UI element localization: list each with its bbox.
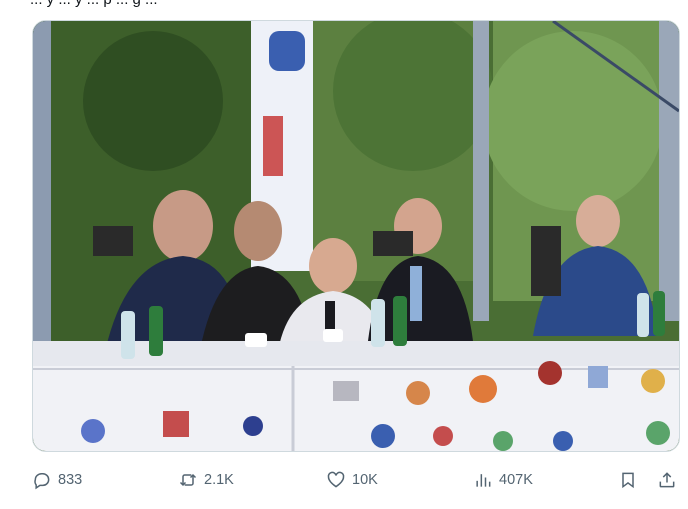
- share-button[interactable]: [657, 462, 677, 498]
- repost-count: 2.1K: [204, 472, 234, 488]
- repost-button[interactable]: 2.1K: [178, 462, 234, 498]
- photo-scene: [33, 21, 679, 451]
- tweet-action-bar: 833 2.1K 10K 407K: [0, 462, 688, 498]
- reply-button[interactable]: 833: [32, 462, 82, 498]
- heart-icon: [327, 471, 345, 488]
- like-count: 10K: [352, 472, 378, 488]
- views-icon: [476, 474, 491, 487]
- reply-count: 833: [58, 472, 83, 488]
- reply-icon: [34, 473, 50, 490]
- views-button[interactable]: 407K: [473, 462, 533, 498]
- bookmark-icon: [622, 472, 634, 489]
- repost-icon: [179, 473, 197, 487]
- tweet-photo[interactable]: [32, 20, 680, 452]
- bookmark-button[interactable]: [618, 462, 638, 498]
- share-icon: [659, 472, 675, 488]
- like-button[interactable]: 10K: [326, 462, 378, 498]
- tweet-text-fragment: ... y ... y ... p ... g ...: [0, 0, 688, 14]
- views-count: 407K: [499, 472, 533, 488]
